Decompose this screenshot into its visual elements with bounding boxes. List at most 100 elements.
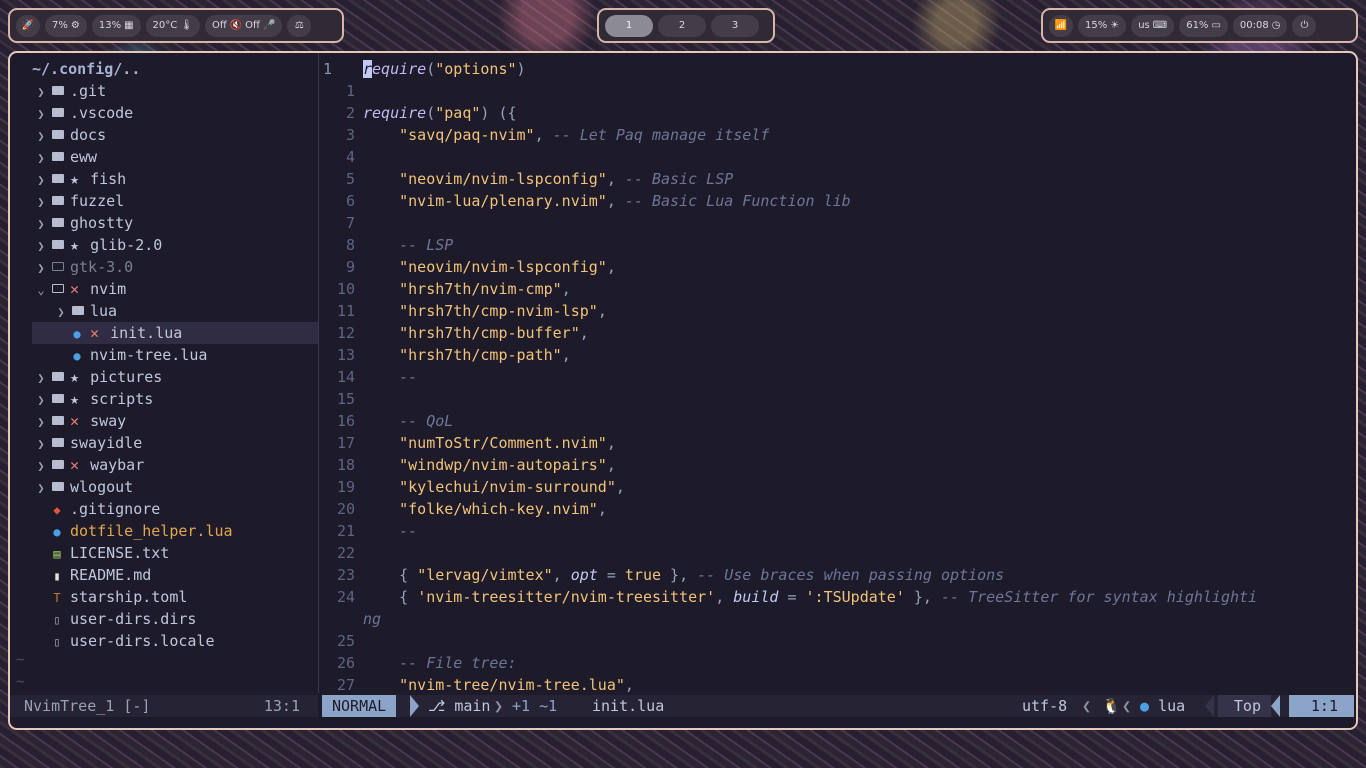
tree-item-label: .vscode [70,104,134,122]
temperature-value: 20°C [152,20,178,31]
file-tree[interactable]: ~/.config/.. ❯ .git ❯ .vscode ❯ docs ❯ eww ❯… [10,53,318,693]
code-line: 26 -- File tree: [319,652,1356,674]
tree-item[interactable]: ❯ fuzzel [32,190,318,212]
power-button[interactable]: ⏻ [1292,14,1317,37]
folder-icon [52,372,64,381]
tree-item-label: lua [90,302,118,320]
launcher-button[interactable]: 🚀 [16,14,40,37]
tree-item[interactable]: Tstarship.toml [32,586,318,608]
code-string: 'nvim-treesitter/nvim-treesitter' [417,588,716,606]
keyboard-icon: ⌨ [1152,20,1168,31]
line-number: 1 [345,82,355,100]
code-line: 13 "hrsh7th/cmp-path", [319,344,1356,366]
text-file-icon: ▤ [53,547,61,561]
code-string: "neovim/nvim-lspconfig" [399,170,607,188]
memory-widget[interactable]: 13% ▦ [91,14,141,37]
code-line: 1 [319,80,1356,102]
audio-widget[interactable]: Off 🔇 Off 🎤 [204,14,283,37]
tree-item[interactable]: ❯ swayidle [32,432,318,454]
tree-item[interactable]: ❯ ghostty [32,212,318,234]
line-number: 6 [345,192,355,210]
code-line: 22 [319,542,1356,564]
tree-item[interactable]: ❯ eww [32,146,318,168]
line-number: 25 [336,632,355,650]
linux-icon: 🐧 [1102,697,1121,715]
modified-icon: ✕ [70,456,80,474]
tree-item[interactable]: ◆ .gitignore [32,498,318,520]
chevron-right-icon: ❯ [37,393,45,407]
microphone-muted-icon: 🎤 [262,20,276,31]
code-comment: -- [399,368,418,386]
folder-icon [52,218,64,227]
line-number: 11 [336,302,355,320]
neovim-window[interactable]: ~/.config/.. ❯ .git ❯ .vscode ❯ docs ❯ eww ❯… [8,51,1358,730]
battery-widget[interactable]: 61% ▭ [1179,14,1228,37]
workspace-1-button[interactable]: 1 [605,14,653,37]
tree-item[interactable]: ❯ ★ pictures [32,366,318,388]
code-comment: ng [363,610,382,628]
lua-icon: ● [1140,697,1150,715]
sun-icon: ☀ [1110,20,1120,31]
tree-item[interactable]: ▤ LICENSE.txt [32,542,318,564]
workspace-2-button[interactable]: 2 [658,14,706,37]
star-icon: ★ [70,368,80,386]
empty-line-marker: ~ [16,652,25,668]
tree-item[interactable]: ● dotfile_helper.lua [32,520,318,542]
chevron-right-icon: ❯ [37,129,45,143]
chevron-right-icon: ❯ [57,305,65,319]
tree-item[interactable]: ❯ ★ glib-2.0 [32,234,318,256]
temperature-widget[interactable]: 20°C 🌡 [145,14,200,37]
status-bar-left: 🚀 7% ⚙ 13% ▦ 20°C 🌡 Off 🔇 Off 🎤 ⚖ [8,8,344,43]
tree-item[interactable]: ❯ gtk-3.0 [32,256,318,278]
chevron-left-icon: ❮ [1122,697,1132,715]
code-boolean: true [624,566,662,584]
tree-item-label: fuzzel [70,192,125,210]
code-line: 9 "neovim/nvim-lspconfig", [319,256,1356,278]
file-icon: ▯ [53,635,61,649]
workspace-3-button[interactable]: 3 [711,14,759,37]
code-line: 17 "numToStr/Comment.nvim", [319,432,1356,454]
code-buffer[interactable]: 1 require("options") 1 2 require("paq") ({… [319,53,1356,694]
tree-item[interactable]: ● nvim-tree.lua [32,344,318,366]
editor-statusline: NORMAL ⎇ main ❯ +1 ~1 init.lua utf-8 ❮ 🐧… [322,695,1354,717]
code-string: ':TSUpdate' [805,588,905,606]
line-number: 20 [336,500,355,518]
tree-item[interactable]: ❯ ✕ waybar [32,454,318,476]
chevron-right-icon: ❯ [37,217,45,231]
folder-icon [52,86,64,95]
keyboard-layout-widget[interactable]: us ⌨ [1131,14,1175,37]
chevron-right-icon: ❯ [37,239,45,253]
tree-cursor-position: 13:1 [263,697,300,715]
code-line: 20 "folke/which-key.nvim", [319,498,1356,520]
tree-item[interactable]: ❯ .vscode [32,102,318,124]
tree-item[interactable]: ❯ ✕ sway [32,410,318,432]
tree-item[interactable]: ❯ lua [52,300,318,322]
cpu-widget[interactable]: 7% ⚙ [45,14,87,37]
tree-item[interactable]: ❯ wlogout [32,476,318,498]
tree-item[interactable]: ❯ docs [32,124,318,146]
wifi-button[interactable]: 📶 [1049,14,1073,37]
command-line[interactable] [10,719,1356,728]
cpu-icon: ⚙ [70,20,80,31]
tree-item[interactable]: ▯ user-dirs.dirs [32,608,318,630]
brightness-widget[interactable]: 15% ☀ [1078,14,1127,37]
code-string: "savq/paq-nvim" [399,126,535,144]
tree-item[interactable]: ▮ README.md [32,564,318,586]
tree-item-label: sway [90,412,127,430]
balance-button[interactable]: ⚖ [287,14,312,37]
tree-item-selected[interactable]: ● ✕ init.lua [32,322,318,344]
tree-item[interactable]: ▯ user-dirs.locale [32,630,318,652]
tree-item-label: starship.toml [70,588,188,606]
clock-widget[interactable]: 00:08 ◷ [1232,14,1288,37]
tree-item[interactable]: ❯ .git [32,80,318,102]
tree-item-label: eww [70,148,98,166]
line-number: 3 [345,126,355,144]
tree-item[interactable]: ⌄ ✕ nvim [32,278,318,300]
git-branch-label: main [454,697,491,715]
code-string: "hrsh7th/cmp-buffer" [399,324,580,342]
tree-item[interactable]: ❯ ★ fish [32,168,318,190]
line-number: 14 [336,368,355,386]
folder-icon [52,130,64,139]
tree-item[interactable]: ❯ ★ scripts [32,388,318,410]
current-file-name: init.lua [592,697,665,715]
